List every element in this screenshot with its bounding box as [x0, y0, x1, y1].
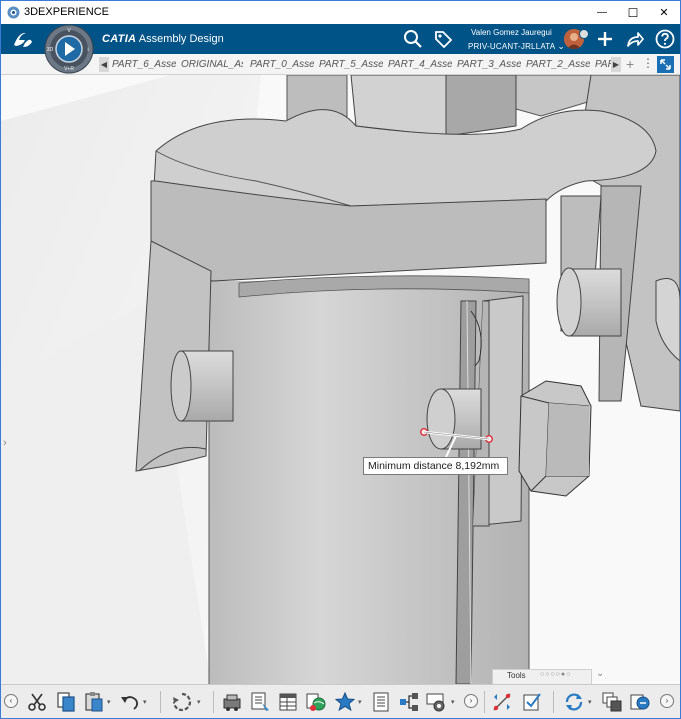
tenant-selector[interactable]: PRIV-UCANT-JRLLATA ⌄: [468, 41, 565, 52]
actionbar-next-group-button[interactable]: ›: [464, 694, 478, 708]
settings-icon[interactable]: [425, 691, 447, 713]
assembly-model[interactable]: [1, 75, 680, 684]
settings-dropdown-icon[interactable]: ▾: [451, 698, 455, 706]
close-icon: ✕: [659, 7, 669, 19]
help-icon[interactable]: [655, 29, 675, 49]
tab-part-2[interactable]: PART_2_Assem: [526, 59, 590, 70]
chevron-left-icon: ◀: [100, 60, 108, 69]
paste-dropdown-icon[interactable]: ▾: [107, 698, 111, 706]
tab-part-3[interactable]: PART_3_Assem: [457, 59, 521, 70]
copy-icon[interactable]: [55, 691, 77, 713]
maximize-button[interactable]: ☐: [616, 1, 650, 24]
tools-page-indicator[interactable]: ○○○○●○: [540, 671, 571, 678]
tab-part-5[interactable]: PART_5_Assem: [319, 59, 383, 70]
layers-icon[interactable]: [601, 691, 623, 713]
compass-widget[interactable]: V 3D V+R i: [42, 24, 96, 74]
paste-icon[interactable]: [83, 691, 105, 713]
update-dropdown-icon[interactable]: ▾: [197, 698, 201, 706]
tab-part-4[interactable]: PART_4_Assem: [388, 59, 452, 70]
list-icon[interactable]: [370, 691, 392, 713]
share-icon[interactable]: [625, 29, 645, 49]
tabs-scroll-left-button[interactable]: ◀: [99, 57, 109, 72]
fit-all-button[interactable]: [657, 56, 674, 73]
update-icon[interactable]: [171, 691, 193, 713]
3d-viewport[interactable]: ›: [1, 75, 680, 684]
undo-dropdown-icon[interactable]: ▾: [143, 698, 147, 706]
app-window: 3DEXPERIENCE — ☐ ✕ V 3D V+R i CATIA Asse…: [0, 0, 681, 719]
chevron-down-icon[interactable]: ⌄: [596, 668, 604, 679]
tools-panel-label: Tools: [507, 671, 526, 680]
minimize-button[interactable]: —: [585, 1, 619, 24]
measure-icon[interactable]: [491, 691, 513, 713]
user-name[interactable]: Valen Gomez Jauregui: [471, 28, 552, 37]
svg-text:i: i: [87, 47, 88, 53]
tab-more-icon[interactable]: ⋮: [642, 56, 654, 70]
refresh-dropdown-icon[interactable]: ▾: [588, 698, 592, 706]
svg-text:V+R: V+R: [64, 66, 74, 72]
properties-icon[interactable]: [249, 691, 271, 713]
measurement-label: Minimum distance 8,192mm: [363, 457, 508, 475]
scissors-icon[interactable]: [26, 691, 48, 713]
side-panel-handle[interactable]: ›: [3, 437, 7, 449]
refresh-icon[interactable]: [563, 691, 585, 713]
minimize-icon: —: [597, 7, 607, 18]
check-icon[interactable]: [521, 691, 543, 713]
os-titlebar: 3DEXPERIENCE — ☐ ✕: [1, 1, 680, 24]
separator: [484, 691, 485, 713]
globe-icon[interactable]: [305, 691, 327, 713]
tab-part-1[interactable]: PAR: [595, 59, 611, 70]
add-tab-button[interactable]: +: [626, 56, 634, 72]
plus-icon[interactable]: [595, 29, 615, 49]
table-icon[interactable]: [277, 691, 299, 713]
app-logo-icon: [7, 6, 20, 19]
3ds-logo-icon[interactable]: [11, 28, 35, 50]
separator: [553, 691, 554, 713]
tag-icon[interactable]: [433, 29, 453, 49]
tab-original[interactable]: ORIGINAL_As: [181, 59, 243, 70]
tree-icon[interactable]: [398, 691, 420, 713]
window-title: 3DEXPERIENCE: [24, 6, 109, 18]
svg-text:3D: 3D: [47, 47, 54, 53]
separator: [213, 691, 214, 713]
notification-badge: [579, 29, 589, 39]
separator: [160, 691, 161, 713]
brand-name: CATIA: [102, 33, 137, 45]
tab-part-0[interactable]: PART_0_Assem: [250, 59, 314, 70]
app-name: Assembly Design: [138, 33, 224, 45]
tenant-name: PRIV-UCANT-JRLLATA: [468, 42, 555, 51]
favorite-dropdown-icon[interactable]: ▾: [358, 698, 362, 706]
fit-all-icon: [660, 59, 671, 70]
undo-icon[interactable]: [119, 691, 141, 713]
close-button[interactable]: ✕: [647, 1, 680, 24]
tabs-scroll-right-button[interactable]: ▶: [611, 57, 621, 72]
search-icon[interactable]: [403, 29, 423, 49]
assembly-icon[interactable]: [221, 691, 243, 713]
favorite-icon[interactable]: [334, 691, 356, 713]
maximize-icon: ☐: [627, 5, 639, 20]
options-icon[interactable]: [629, 691, 651, 713]
chevron-right-icon: ▶: [612, 60, 620, 69]
actionbar-prev-button[interactable]: ‹: [4, 694, 18, 708]
actionbar-next-button[interactable]: ›: [660, 694, 674, 708]
tab-part-6[interactable]: PART_6_Assem: [112, 59, 176, 70]
app-brand: CATIA Assembly Design: [102, 33, 224, 45]
